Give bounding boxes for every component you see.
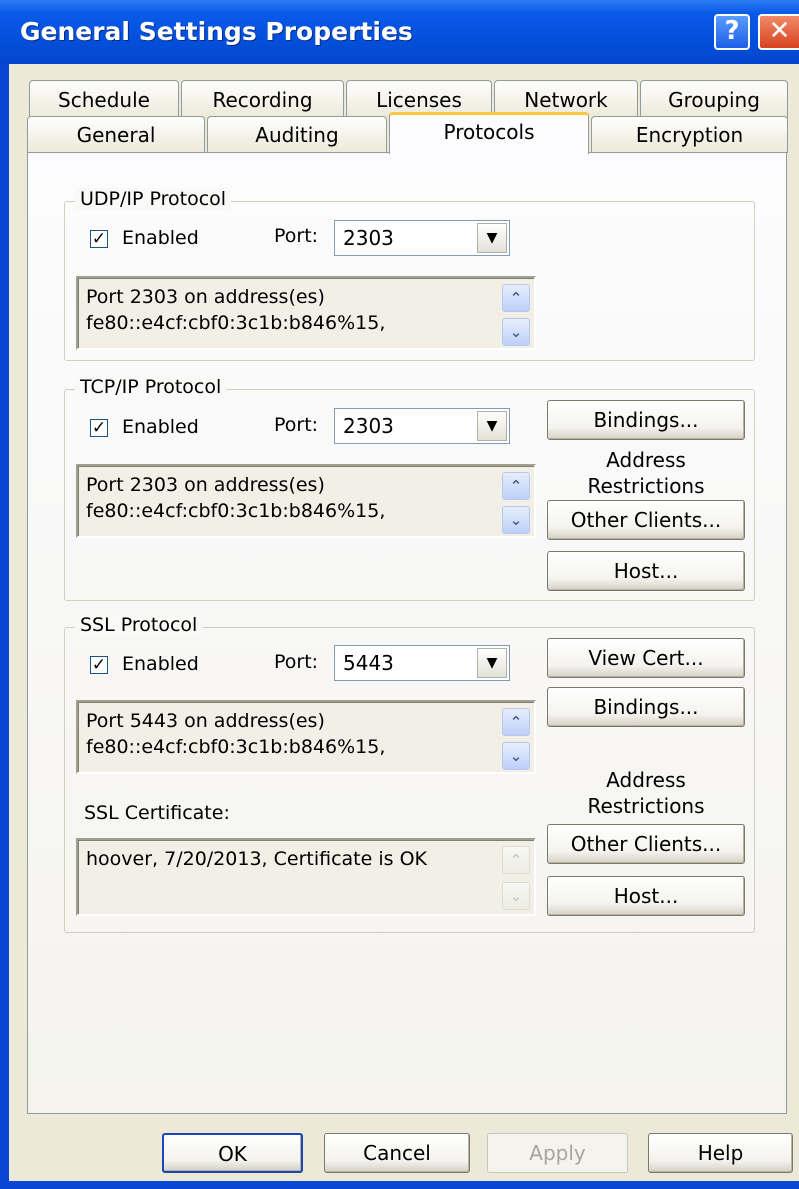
- udp-port-label: Port:: [274, 225, 319, 247]
- tab-label: Grouping: [668, 88, 760, 112]
- protocols-panel: UDP/IP Protocol ✓ Enabled Port: 2303 ▼ P…: [27, 152, 787, 1114]
- tcp-info-line2: fe80::e4cf:cbf0:3c1b:b846%15,: [86, 500, 386, 522]
- tab-label: General: [76, 123, 156, 147]
- tab-label: Protocols: [443, 120, 535, 144]
- scroll-down-icon[interactable]: ⌄: [502, 506, 530, 534]
- title-bar[interactable]: General Settings Properties ? ✕: [0, 0, 799, 64]
- ssl-scrollbar[interactable]: ⌃ ⌄: [502, 706, 530, 772]
- tab-protocols[interactable]: Protocols: [389, 112, 589, 154]
- tab-grouping[interactable]: Grouping: [640, 80, 788, 118]
- help-button[interactable]: Help: [648, 1133, 793, 1173]
- ssl-port-combo[interactable]: 5443 ▼: [334, 645, 510, 681]
- tcp-group: TCP/IP Protocol ✓ Enabled Port: 2303 ▼ P…: [64, 376, 755, 601]
- udp-group: UDP/IP Protocol ✓ Enabled Port: 2303 ▼ P…: [64, 188, 755, 361]
- ssl-group-label: SSL Protocol: [75, 614, 203, 636]
- scroll-down-icon: ⌄: [502, 882, 530, 910]
- udp-enabled-label: Enabled: [122, 227, 199, 249]
- close-icon[interactable]: ✕: [758, 14, 799, 50]
- ssl-enabled-label: Enabled: [122, 653, 199, 675]
- udp-scrollbar[interactable]: ⌃ ⌄: [502, 282, 530, 348]
- udp-info-line1: Port 2303 on address(es): [86, 286, 325, 308]
- tcp-other-clients-button[interactable]: Other Clients...: [547, 500, 745, 540]
- tcp-restrictions-line2: Restrictions: [587, 474, 705, 498]
- ssl-other-clients-button[interactable]: Other Clients...: [547, 824, 745, 864]
- ssl-cert-value: hoover, 7/20/2013, Certificate is OK: [86, 848, 427, 870]
- tab-label: Recording: [212, 88, 313, 112]
- ssl-host-button[interactable]: Host...: [547, 876, 745, 916]
- ssl-address-box[interactable]: Port 5443 on address(es) fe80::e4cf:cbf0…: [76, 700, 536, 774]
- tab-auditing[interactable]: Auditing: [207, 116, 387, 153]
- tab-encryption[interactable]: Encryption: [591, 116, 788, 153]
- scroll-up-icon: ⌃: [502, 846, 530, 874]
- window-title: General Settings Properties: [20, 17, 413, 46]
- udp-port-value: 2303: [343, 226, 394, 250]
- scroll-up-icon[interactable]: ⌃: [502, 284, 530, 312]
- ssl-cert-box[interactable]: hoover, 7/20/2013, Certificate is OK ⌃ ⌄: [76, 838, 536, 916]
- tcp-scrollbar[interactable]: ⌃ ⌄: [502, 470, 530, 536]
- tab-general[interactable]: General: [27, 116, 205, 153]
- tab-recording[interactable]: Recording: [181, 80, 344, 118]
- tab-schedule[interactable]: Schedule: [29, 80, 179, 118]
- tab-label: Encryption: [635, 123, 744, 147]
- tcp-enabled-checkbox[interactable]: ✓: [90, 419, 108, 437]
- tcp-port-label: Port:: [274, 414, 319, 436]
- help-icon[interactable]: ?: [714, 14, 750, 50]
- apply-button: Apply: [487, 1133, 628, 1173]
- ssl-restrictions-line2: Restrictions: [587, 794, 705, 818]
- ssl-info-line1: Port 5443 on address(es): [86, 710, 325, 732]
- scroll-up-icon[interactable]: ⌃: [502, 708, 530, 736]
- cancel-button[interactable]: Cancel: [324, 1133, 470, 1173]
- ok-button[interactable]: OK: [162, 1133, 303, 1173]
- tcp-port-combo[interactable]: 2303 ▼: [334, 408, 510, 444]
- ssl-enabled-checkbox[interactable]: ✓: [90, 656, 108, 674]
- ssl-port-value: 5443: [343, 651, 394, 675]
- ssl-restrictions-line1: Address: [606, 768, 686, 792]
- ssl-info-line2: fe80::e4cf:cbf0:3c1b:b846%15,: [86, 736, 386, 758]
- tcp-restrictions-line1: Address: [606, 448, 686, 472]
- scroll-down-icon[interactable]: ⌄: [502, 742, 530, 770]
- dialog-window: General Settings Properties ? ✕ Schedule…: [0, 0, 799, 1189]
- tab-label: Licenses: [376, 88, 462, 112]
- dropdown-arrow-icon[interactable]: ▼: [477, 648, 507, 678]
- udp-address-box[interactable]: Port 2303 on address(es) fe80::e4cf:cbf0…: [76, 276, 536, 350]
- tcp-enabled-label: Enabled: [122, 416, 199, 438]
- tcp-port-value: 2303: [343, 414, 394, 438]
- udp-enabled-checkbox[interactable]: ✓: [90, 230, 108, 248]
- tab-label: Schedule: [58, 88, 150, 112]
- tcp-address-box[interactable]: Port 2303 on address(es) fe80::e4cf:cbf0…: [76, 464, 536, 538]
- udp-info-line2: fe80::e4cf:cbf0:3c1b:b846%15,: [86, 312, 386, 334]
- dropdown-arrow-icon[interactable]: ▼: [477, 223, 507, 253]
- ssl-bindings-button[interactable]: Bindings...: [547, 687, 745, 727]
- tcp-group-label: TCP/IP Protocol: [75, 376, 227, 398]
- tcp-host-button[interactable]: Host...: [547, 551, 745, 591]
- scroll-down-icon[interactable]: ⌄: [502, 318, 530, 346]
- ssl-group: SSL Protocol ✓ Enabled Port: 5443 ▼ Port…: [64, 614, 755, 933]
- tab-label: Auditing: [255, 123, 339, 147]
- scroll-up-icon[interactable]: ⌃: [502, 472, 530, 500]
- ssl-port-label: Port:: [274, 651, 319, 673]
- tab-label: Network: [524, 88, 608, 112]
- window-bottom-border: [0, 1181, 799, 1189]
- tcp-info-line1: Port 2303 on address(es): [86, 474, 325, 496]
- dropdown-arrow-icon[interactable]: ▼: [477, 411, 507, 441]
- ssl-view-cert-button[interactable]: View Cert...: [547, 638, 745, 678]
- tcp-bindings-button[interactable]: Bindings...: [547, 400, 745, 440]
- udp-port-combo[interactable]: 2303 ▼: [334, 220, 510, 256]
- ssl-cert-scrollbar[interactable]: ⌃ ⌄: [502, 844, 530, 914]
- udp-group-label: UDP/IP Protocol: [75, 188, 232, 210]
- ssl-cert-label: SSL Certificate:: [84, 802, 230, 824]
